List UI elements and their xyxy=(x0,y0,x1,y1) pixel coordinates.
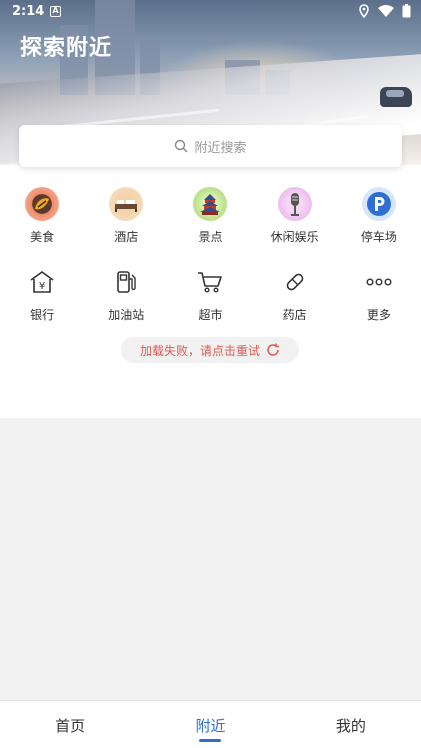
category-more[interactable]: 更多 xyxy=(337,265,421,323)
category-hotel[interactable]: 酒店 xyxy=(84,187,168,245)
hotel-icon xyxy=(109,187,144,221)
page-title: 探索附近 xyxy=(20,36,113,61)
retry-text: 加载失败，请点击重试 xyxy=(139,343,260,358)
retry-button[interactable]: 加载失败，请点击重试 xyxy=(121,337,299,363)
active-tab-indicator xyxy=(199,739,222,742)
category-parking[interactable]: 停车场 xyxy=(337,187,421,245)
search-input[interactable]: 附近搜索 xyxy=(19,125,402,167)
wifi-icon xyxy=(378,5,394,17)
category-label: 景点 xyxy=(198,230,223,244)
search-icon xyxy=(175,139,188,153)
category-row-1: 美食 酒店 景点 休闲娱乐 停车场 xyxy=(0,187,421,245)
category-row-2: ¥ 银行 加油站 超市 药店 更多 xyxy=(0,265,421,323)
category-label: 停车场 xyxy=(360,230,397,244)
search-placeholder: 附近搜索 xyxy=(194,140,247,156)
tab-label: 首页 xyxy=(55,717,86,735)
category-food[interactable]: 美食 xyxy=(0,187,84,245)
category-label: 加油站 xyxy=(108,308,145,322)
tab-label: 附近 xyxy=(195,717,226,735)
svg-text:¥: ¥ xyxy=(39,281,45,292)
gas-station-icon xyxy=(109,265,143,299)
bank-icon: ¥ xyxy=(25,265,59,299)
category-pharmacy[interactable]: 药店 xyxy=(253,265,337,323)
parking-icon xyxy=(361,187,396,221)
app-notification-icon: A xyxy=(50,6,61,17)
category-entertainment[interactable]: 休闲娱乐 xyxy=(253,187,337,245)
category-supermarket[interactable]: 超市 xyxy=(168,265,252,323)
tab-nearby[interactable]: 附近 xyxy=(140,701,280,748)
tab-home[interactable]: 首页 xyxy=(0,701,140,748)
category-label: 更多 xyxy=(366,308,391,322)
status-bar: 2:14 A xyxy=(0,0,421,24)
category-label: 酒店 xyxy=(114,230,139,244)
car xyxy=(380,87,412,107)
category-label: 药店 xyxy=(282,308,307,322)
entertainment-icon xyxy=(277,187,312,221)
pill-icon xyxy=(278,265,312,299)
tab-mine[interactable]: 我的 xyxy=(281,701,421,748)
refresh-icon xyxy=(267,343,279,356)
more-icon xyxy=(362,265,396,299)
location-icon xyxy=(359,4,369,18)
tab-label: 我的 xyxy=(335,717,366,735)
category-label: 休闲娱乐 xyxy=(270,230,319,244)
food-icon xyxy=(25,187,60,221)
screen: 2:14 A 探索附近 附近搜索 美食 酒店 景点 休闲娱乐 停车场 ¥ 银行 … xyxy=(0,0,421,748)
category-gas-station[interactable]: 加油站 xyxy=(84,265,168,323)
category-label: 超市 xyxy=(198,308,223,322)
category-label: 美食 xyxy=(30,230,55,244)
bottom-nav: 首页 附近 我的 xyxy=(0,700,421,748)
status-time: 2:14 xyxy=(12,4,45,19)
category-scenic[interactable]: 景点 xyxy=(168,187,252,245)
scenic-icon xyxy=(193,187,228,221)
category-label: 银行 xyxy=(30,308,55,322)
battery-icon xyxy=(402,4,411,18)
cart-icon xyxy=(193,265,227,299)
category-bank[interactable]: ¥ 银行 xyxy=(0,265,84,323)
